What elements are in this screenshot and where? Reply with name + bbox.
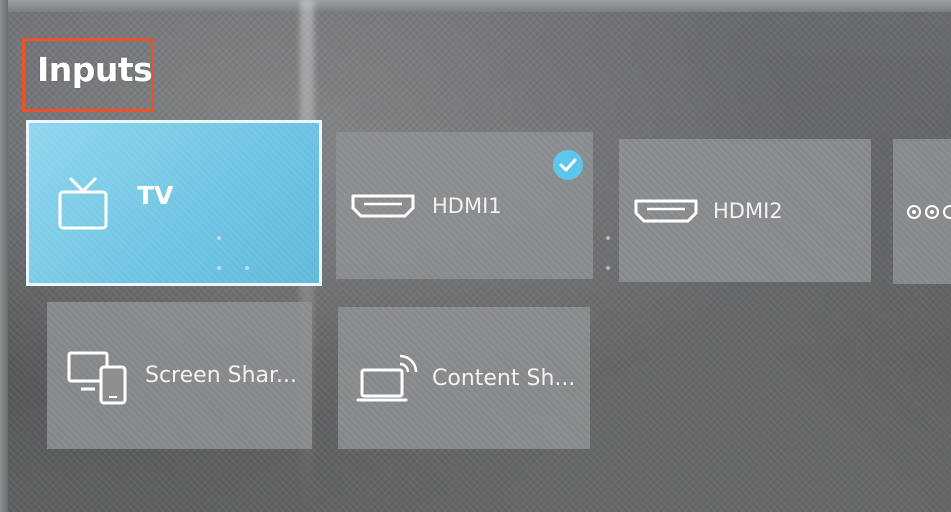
input-label-hdmi2: HDMI2 xyxy=(713,198,783,223)
checkmark-icon xyxy=(553,150,583,180)
hdmi-icon xyxy=(633,196,699,226)
tv-bezel-left xyxy=(0,0,8,512)
input-tile-hdmi2[interactable]: HDMI2 xyxy=(619,139,871,282)
hdmi-icon xyxy=(350,191,416,221)
input-tile-av[interactable] xyxy=(893,139,951,284)
input-label-hdmi1: HDMI1 xyxy=(432,193,502,218)
page-title: Inputs xyxy=(37,50,153,89)
input-tile-hdmi1[interactable]: HDMI1 xyxy=(336,132,593,279)
tv-bezel-top xyxy=(0,0,951,12)
av-icon xyxy=(905,202,951,222)
tv-screen: Inputs TV HDMI1 HDMI2 Screen Shar... Con… xyxy=(0,0,951,512)
input-tile-content-share[interactable]: Content Sh... xyxy=(338,307,590,449)
tv-icon xyxy=(55,173,111,233)
content-share-icon xyxy=(356,348,422,408)
input-label-screen-share: Screen Shar... xyxy=(145,363,298,388)
screen-share-icon xyxy=(67,346,129,406)
input-tile-tv[interactable]: TV xyxy=(26,120,322,286)
input-label-tv: TV xyxy=(137,180,174,210)
input-label-content-share: Content Sh... xyxy=(432,365,576,391)
input-tile-screen-share[interactable]: Screen Shar... xyxy=(47,302,312,449)
